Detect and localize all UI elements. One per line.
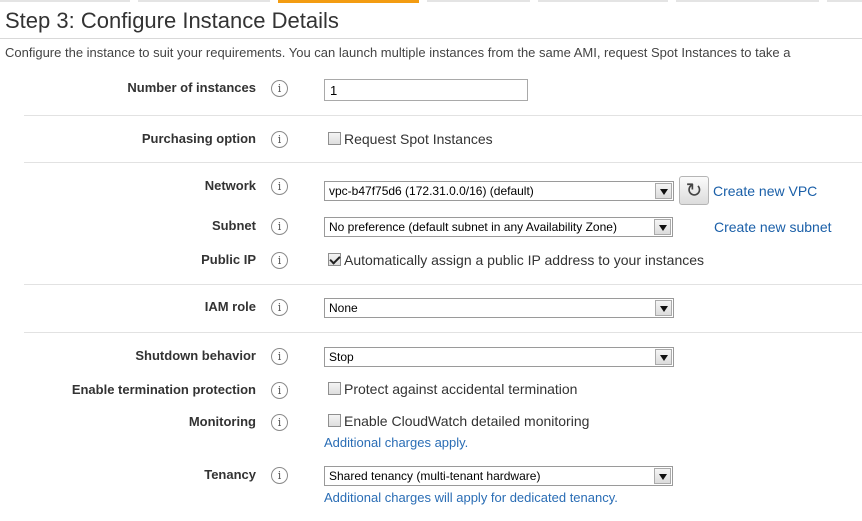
row-divider: [24, 162, 862, 163]
network-label: Network: [204, 178, 256, 193]
wizard-step-segment: [827, 0, 862, 2]
shutdown-behavior-select[interactable]: Stop: [324, 347, 674, 367]
wizard-step-segment: [538, 0, 668, 2]
request-spot-instances-option[interactable]: Request Spot Instances: [328, 131, 493, 147]
monitoring-charges-link[interactable]: Additional charges apply.: [324, 435, 468, 450]
auto-assign-public-ip-checkbox[interactable]: [328, 253, 341, 266]
info-icon[interactable]: i: [271, 131, 288, 148]
info-icon[interactable]: i: [271, 218, 288, 235]
chevron-down-icon[interactable]: [655, 300, 672, 316]
wizard-step-segment: [138, 0, 270, 2]
info-icon[interactable]: i: [271, 467, 288, 484]
tenancy-select-value: Shared tenancy (multi-tenant hardware): [329, 469, 541, 483]
row-divider: [24, 115, 862, 116]
public-ip-label: Public IP: [201, 252, 256, 267]
auto-assign-public-ip-option[interactable]: Automatically assign a public IP address…: [328, 252, 704, 268]
termination-protection-label: Enable termination protection: [71, 382, 256, 397]
chevron-down-icon[interactable]: [655, 183, 672, 199]
chevron-down-icon[interactable]: [655, 349, 672, 365]
iam-role-select-value: None: [329, 301, 358, 315]
iam-role-select[interactable]: None: [324, 298, 674, 318]
refresh-network-button[interactable]: ↻: [679, 176, 709, 205]
number-of-instances-input[interactable]: [324, 79, 528, 101]
network-select-value: vpc-b47f75d6 (172.31.0.0/16) (default): [329, 184, 534, 198]
info-icon[interactable]: i: [271, 414, 288, 431]
auto-assign-public-ip-label: Automatically assign a public IP address…: [344, 252, 705, 268]
info-icon[interactable]: i: [271, 178, 288, 195]
info-icon[interactable]: i: [271, 348, 288, 365]
create-new-vpc-link[interactable]: Create new VPC: [713, 183, 817, 199]
create-new-subnet-link[interactable]: Create new subnet: [714, 219, 832, 235]
purchasing-option-label: Purchasing option: [141, 131, 256, 146]
monitoring-label: Monitoring: [188, 414, 256, 429]
refresh-icon: ↻: [685, 178, 703, 202]
row-divider: [24, 284, 862, 285]
termination-protection-checkbox-label: Protect against accidental termination: [344, 381, 578, 397]
wizard-step-segment: [676, 0, 819, 2]
wizard-step-segment-active: [278, 0, 419, 3]
cloudwatch-monitoring-checkbox[interactable]: [328, 414, 341, 427]
request-spot-instances-checkbox[interactable]: [328, 132, 341, 145]
subnet-select-value: No preference (default subnet in any Ava…: [329, 220, 617, 234]
wizard-progress-bar: [0, 0, 862, 3]
tenancy-select[interactable]: Shared tenancy (multi-tenant hardware): [324, 466, 673, 486]
termination-protection-option[interactable]: Protect against accidental termination: [328, 381, 577, 397]
subnet-select[interactable]: No preference (default subnet in any Ava…: [324, 217, 673, 237]
wizard-step-segment: [0, 0, 130, 2]
page-title: Step 3: Configure Instance Details: [5, 8, 339, 33]
request-spot-instances-label: Request Spot Instances: [344, 131, 493, 147]
chevron-down-icon[interactable]: [654, 219, 671, 235]
termination-protection-checkbox[interactable]: [328, 382, 341, 395]
row-divider: [24, 332, 862, 333]
dedicated-tenancy-charges-link[interactable]: Additional charges will apply for dedica…: [324, 490, 618, 505]
page-description: Configure the instance to suit your requ…: [5, 45, 791, 60]
tenancy-label: Tenancy: [204, 467, 256, 482]
info-icon[interactable]: i: [271, 382, 288, 399]
info-icon[interactable]: i: [271, 80, 288, 97]
chevron-down-icon[interactable]: [654, 468, 671, 484]
cloudwatch-monitoring-label: Enable CloudWatch detailed monitoring: [344, 413, 590, 429]
subnet-label: Subnet: [211, 218, 256, 233]
iam-role-label: IAM role: [204, 299, 256, 314]
info-icon[interactable]: i: [271, 252, 288, 269]
title-divider: [0, 38, 862, 39]
shutdown-behavior-select-value: Stop: [329, 350, 354, 364]
wizard-step-segment: [427, 0, 530, 2]
cloudwatch-monitoring-option[interactable]: Enable CloudWatch detailed monitoring: [328, 413, 589, 429]
info-icon[interactable]: i: [271, 299, 288, 316]
number-of-instances-label: Number of instances: [127, 80, 256, 95]
network-select[interactable]: vpc-b47f75d6 (172.31.0.0/16) (default): [324, 181, 674, 201]
shutdown-behavior-label: Shutdown behavior: [135, 348, 256, 363]
